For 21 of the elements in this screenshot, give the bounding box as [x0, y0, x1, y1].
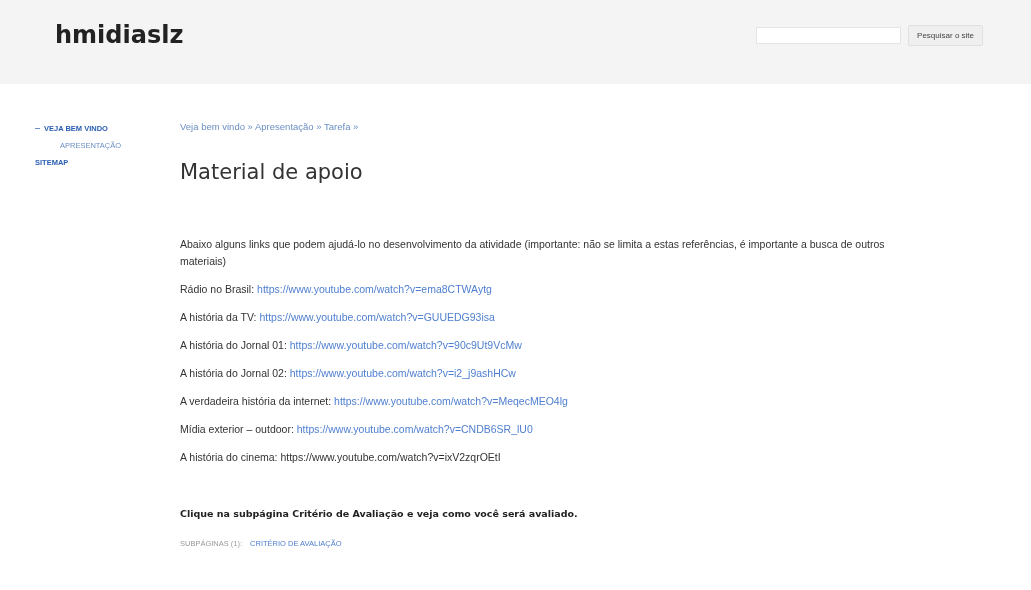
link-line: A história da TV: https://www.youtube.com/watch?v=GUUEDG93isa [180, 310, 496, 325]
link-line: A história do Jornal 01: https://www.youtube.com/watch?v=90c9Ut9VcMw [180, 338, 523, 353]
link-line: A história do Jornal 02: https://www.youtube.com/watch?v=i2_j9ashHCw [180, 366, 517, 381]
video-link[interactable]: https://www.youtube.com/watch?v=ema8CTWAytg [257, 283, 492, 295]
collapse-icon[interactable] [35, 127, 40, 130]
link-line: Mídia exterior – outdoor: https://www.youtube.com/watch?v=CNDB6SR_lU0 [180, 422, 534, 437]
instruction-text: Clique na subpágina Critério de Avaliação e veja como você será avaliado. [180, 508, 579, 519]
intro-paragraph: Abaixo alguns links que podem ajudá-lo no desenvolvimento da atividade (importante: não se limita a estas referências, é importante a busca de outros materiais) [180, 237, 886, 269]
link-line: A história do cinema: https://www.youtube.com/watch?v=ixV2zqrOEtI [180, 450, 502, 465]
video-link[interactable]: https://www.youtube.com/watch?v=i2_j9ashHCw [289, 367, 516, 379]
site-title[interactable]: hmidiaslz [55, 21, 184, 49]
search-field[interactable] [756, 26, 902, 44]
link-line: Rádio no Brasil: https://www.youtube.com/watch?v=ema8CTWAytg [180, 282, 493, 297]
page-title: Material de apoio [180, 160, 364, 184]
video-link[interactable]: https://www.youtube.com/watch?v=CNDB6SR_lU0 [296, 423, 533, 435]
link-line: A verdadeira história da internet: https://www.youtube.com/watch?v=MeqecMEO4lg [180, 394, 569, 409]
video-link[interactable]: https://www.youtube.com/watch?v=MeqecMEO4lg [334, 395, 568, 407]
video-link[interactable]: https://www.youtube.com/watch?v=GUUEDG93isa [259, 311, 495, 323]
breadcrumb[interactable]: Veja bem vindo » Apresentação » Tarefa » [180, 121, 971, 132]
search-button[interactable]: Pesquisar o site [908, 24, 983, 46]
video-link[interactable]: https://www.youtube.com/watch?v=90c9Ut9VcMw [289, 339, 522, 351]
